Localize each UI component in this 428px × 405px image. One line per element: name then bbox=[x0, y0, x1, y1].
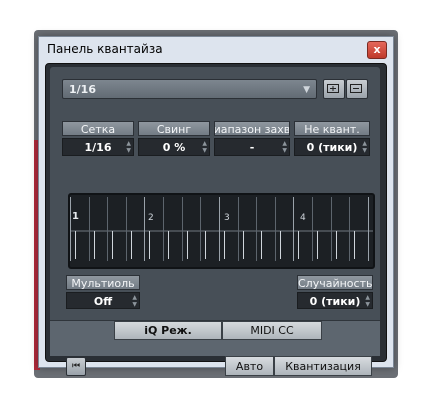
tuplet-value[interactable]: Off ▲ ▼ bbox=[66, 292, 140, 309]
random-label: Случайность bbox=[297, 275, 373, 290]
store-preset-button[interactable] bbox=[323, 79, 345, 99]
panel-body: 1/16 ▼ Сетка Свинг Диапазон захвата Не к… bbox=[50, 67, 380, 376]
preset-value: 1/16 bbox=[69, 83, 96, 96]
spin-icon: ▲ ▼ bbox=[365, 294, 370, 308]
spin-icon: ▲ ▼ bbox=[132, 294, 137, 308]
reset-button[interactable]: ⏮ bbox=[66, 357, 86, 376]
swing-value[interactable]: 0 % ▲ ▼ bbox=[138, 138, 210, 156]
random-value[interactable]: 0 (тики) ▲ ▼ bbox=[297, 292, 373, 309]
non-quantize-value[interactable]: 0 (тики) ▲ ▼ bbox=[294, 138, 370, 156]
spin-icon: ▲ ▼ bbox=[282, 140, 287, 154]
title-bar[interactable]: Панель квантайза x bbox=[39, 37, 393, 61]
grid-header: Сетка bbox=[62, 121, 134, 136]
grid-lines bbox=[70, 197, 373, 261]
close-button[interactable]: x bbox=[367, 41, 387, 59]
spin-icon: ▲ ▼ bbox=[126, 140, 131, 154]
bar-label: 4 bbox=[300, 213, 306, 223]
window-title: Панель квантайза bbox=[47, 42, 163, 56]
grid-value[interactable]: 1/16 ▲ ▼ bbox=[62, 138, 134, 156]
capture-range-value[interactable]: - ▲ ▼ bbox=[214, 138, 290, 156]
close-icon: x bbox=[373, 43, 381, 56]
spin-icon: ▲ ▼ bbox=[362, 140, 367, 154]
non-quantize-header: Не квант. bbox=[294, 121, 370, 136]
store-preset-icon bbox=[327, 84, 339, 93]
spin-icon: ▲ ▼ bbox=[202, 140, 207, 154]
preset-select[interactable]: 1/16 ▼ bbox=[62, 79, 317, 99]
tuplet-label: Мультиоль bbox=[66, 275, 140, 290]
delete-preset-icon bbox=[350, 84, 362, 93]
bar-label: 3 bbox=[224, 213, 230, 223]
bar-label: 1 bbox=[72, 211, 79, 222]
skip-back-icon: ⏮ bbox=[71, 361, 81, 371]
midi-cc-button[interactable]: MIDI CC bbox=[222, 321, 322, 340]
quantize-panel: 1/16 ▼ Сетка Свинг Диапазон захвата Не к… bbox=[45, 63, 387, 376]
remove-preset-button[interactable] bbox=[346, 79, 368, 99]
quantize-panel-window: Панель квантайза x 1/16 ▼ Сетка Свинг Ди… bbox=[38, 36, 394, 376]
quantize-grid-display[interactable]: 1 2 3 4 bbox=[68, 193, 375, 269]
chevron-down-icon: ▼ bbox=[303, 85, 310, 95]
swing-header: Свинг bbox=[138, 121, 210, 136]
bar-label: 2 bbox=[148, 213, 154, 223]
quantize-button[interactable]: Квантизация bbox=[274, 356, 372, 376]
auto-button[interactable]: Авто bbox=[225, 356, 274, 376]
capture-range-header: Диапазон захвата bbox=[214, 121, 290, 136]
iq-mode-button[interactable]: iQ Реж. bbox=[114, 321, 222, 340]
